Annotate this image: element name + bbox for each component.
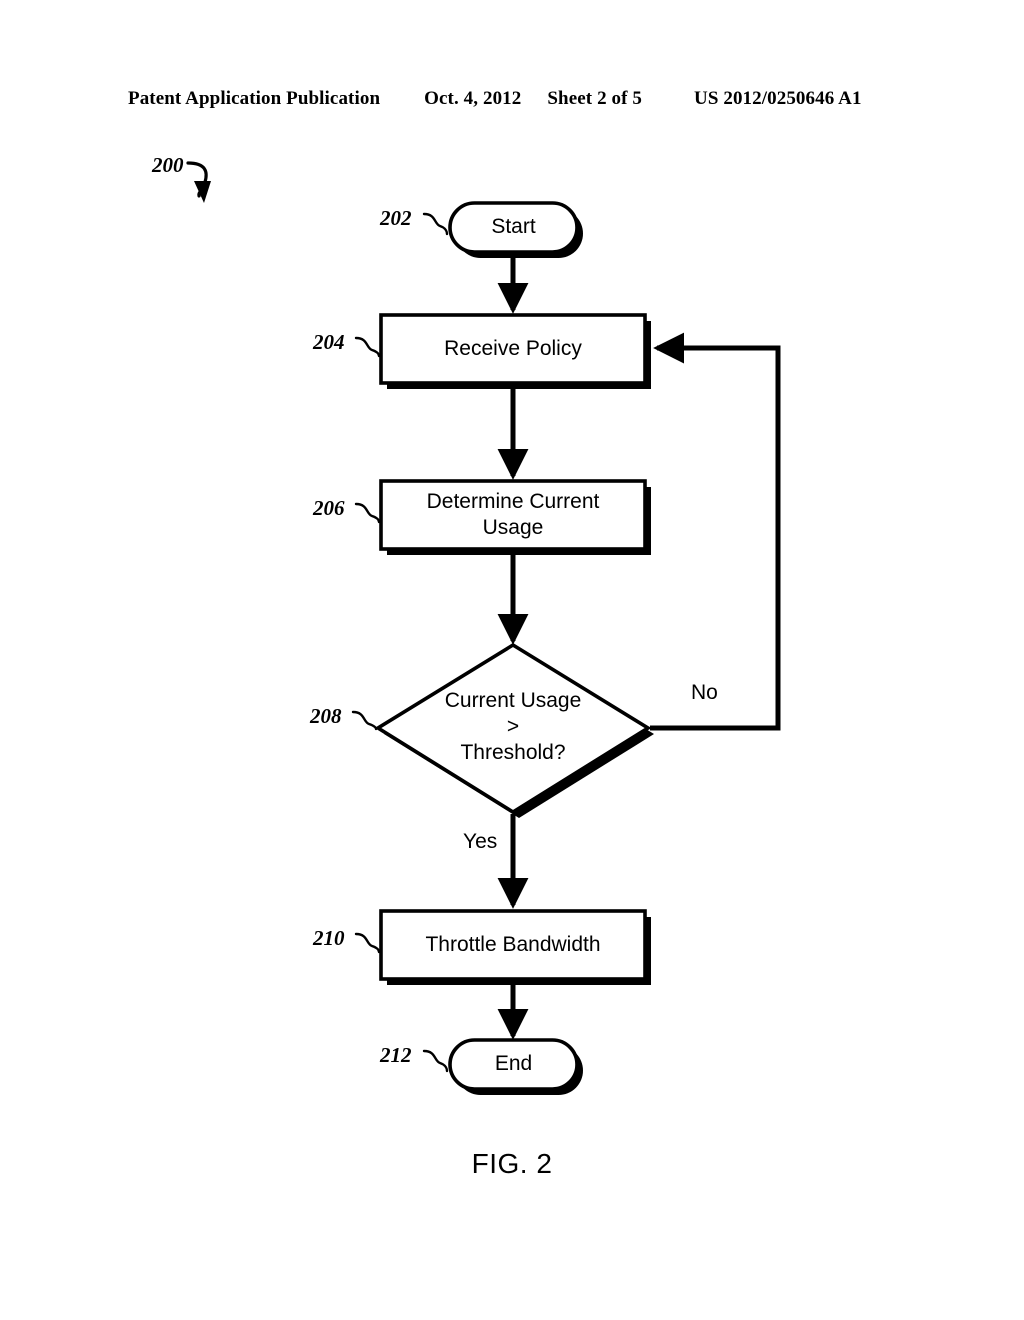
reference-number-204: 204 bbox=[313, 330, 345, 354]
node-determine-current-usage bbox=[379, 479, 651, 555]
ref-leader-206 bbox=[354, 502, 381, 524]
reference-number-212: 212 bbox=[380, 1043, 412, 1067]
node-end bbox=[448, 1038, 583, 1095]
diagram-ref-leader bbox=[186, 161, 211, 203]
ref-leader-204 bbox=[354, 336, 381, 358]
reference-number-208: 208 bbox=[310, 704, 342, 728]
node-decision-usage-threshold bbox=[374, 642, 654, 818]
figure-caption: FIG. 2 bbox=[471, 1148, 553, 1179]
ref-leader-212 bbox=[422, 1049, 449, 1073]
connector-no-branch-feedback bbox=[650, 332, 781, 731]
node-receive-policy bbox=[379, 313, 651, 389]
node-start bbox=[448, 201, 583, 258]
reference-number-210: 210 bbox=[313, 926, 345, 950]
reference-number-202: 202 bbox=[380, 206, 412, 230]
flowchart-figure bbox=[186, 161, 781, 1095]
ref-leader-210 bbox=[354, 932, 381, 954]
ref-leader-208 bbox=[351, 710, 378, 731]
ref-leader-202 bbox=[422, 212, 449, 236]
diagram-reference-number: 200 bbox=[152, 153, 184, 177]
node-throttle-bandwidth bbox=[379, 909, 651, 985]
branch-label-no: No bbox=[691, 681, 718, 704]
reference-number-206: 206 bbox=[313, 496, 345, 520]
branch-label-yes: Yes bbox=[463, 830, 498, 853]
